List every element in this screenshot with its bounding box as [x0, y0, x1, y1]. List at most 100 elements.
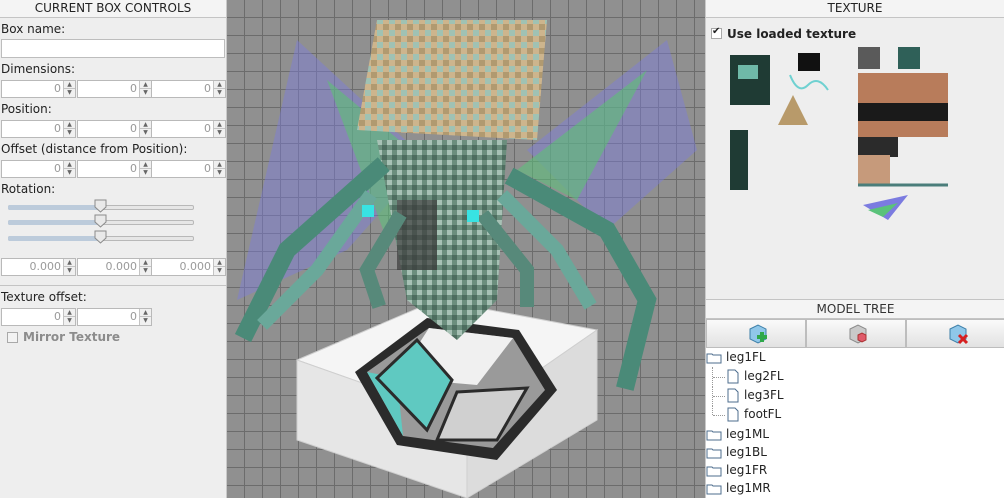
- offset-z-spinner[interactable]: 0 ▲ ▼: [151, 160, 226, 178]
- model-tree-title: MODEL TREE: [706, 299, 1004, 319]
- spin-up-arrow[interactable]: ▲: [140, 259, 151, 267]
- position-y-spinner[interactable]: 0 ▲ ▼: [77, 120, 152, 138]
- spinner-value: 0: [130, 122, 137, 135]
- delete-button[interactable]: [906, 319, 1004, 348]
- spinner-value: 0: [54, 82, 61, 95]
- texture-offset-x-spinner[interactable]: 0 ▲ ▼: [1, 308, 76, 326]
- spin-down-arrow[interactable]: ▼: [140, 129, 151, 137]
- spin-down-arrow[interactable]: ▼: [64, 89, 75, 97]
- tree-item-label: leg1FR: [726, 463, 768, 477]
- spinner-value: 0: [54, 310, 61, 323]
- slider-thumb[interactable]: [94, 199, 107, 213]
- folder-icon: [706, 466, 722, 477]
- tree-item-label: leg1FL: [726, 350, 766, 364]
- tree-item-folder[interactable]: leg1ML: [706, 426, 1004, 444]
- texture-preview[interactable]: [708, 45, 1004, 297]
- spin-down-arrow[interactable]: ▼: [140, 267, 151, 275]
- spin-up-arrow[interactable]: ▲: [64, 259, 75, 267]
- position-z-spinner[interactable]: 0 ▲ ▼: [151, 120, 226, 138]
- mirror-texture-label: Mirror Texture: [23, 330, 121, 344]
- section-divider: [0, 285, 227, 286]
- right-panel: TEXTURE Use loaded texture MODEL TREE: [705, 0, 1004, 498]
- dimension-x-spinner[interactable]: 0 ▲ ▼: [1, 80, 76, 98]
- spin-down-arrow[interactable]: ▼: [140, 317, 151, 325]
- box-name-input[interactable]: [1, 39, 225, 58]
- spin-up-arrow[interactable]: ▲: [64, 81, 75, 89]
- slider-thumb[interactable]: [94, 230, 107, 244]
- spin-down-arrow[interactable]: ▼: [64, 169, 75, 177]
- spin-down-arrow[interactable]: ▼: [214, 267, 225, 275]
- rotation-y-slider[interactable]: [8, 214, 194, 228]
- tree-item-folder[interactable]: leg1BL: [706, 444, 1004, 462]
- spinner-value: 0: [130, 82, 137, 95]
- spin-down-arrow[interactable]: ▼: [214, 89, 225, 97]
- offset-x-spinner[interactable]: 0 ▲ ▼: [1, 160, 76, 178]
- model-eye: [362, 205, 374, 217]
- offset-y-spinner[interactable]: 0 ▲ ▼: [77, 160, 152, 178]
- dimension-y-spinner[interactable]: 0 ▲ ▼: [77, 80, 152, 98]
- model-head: [357, 20, 547, 140]
- tree-item-file[interactable]: leg2FL: [706, 367, 1004, 387]
- spin-up-arrow[interactable]: ▲: [140, 121, 151, 129]
- spinner-value: 0.000: [105, 260, 138, 273]
- rotation-z-spinner[interactable]: 0.000 ▲ ▼: [151, 258, 226, 276]
- tree-line: [713, 396, 725, 397]
- spin-up-arrow[interactable]: ▲: [214, 259, 225, 267]
- spin-up-arrow[interactable]: ▲: [64, 161, 75, 169]
- dimensions-label: Dimensions:: [1, 62, 76, 76]
- tree-item-folder[interactable]: leg1MR: [706, 480, 1004, 498]
- tree-item-file[interactable]: footFL: [706, 405, 1004, 424]
- spinner-value: 0: [54, 122, 61, 135]
- spinner-value: 0.000: [179, 260, 212, 273]
- tree-item-folder[interactable]: leg1FL: [706, 349, 1004, 367]
- tree-item-folder[interactable]: leg1FR: [706, 462, 1004, 480]
- model-render: [227, 0, 705, 498]
- texture-offset-y-spinner[interactable]: 0 ▲ ▼: [77, 308, 152, 326]
- tree-line: [712, 405, 713, 415]
- tree-item-label: leg3FL: [744, 388, 784, 402]
- dimension-z-spinner[interactable]: 0 ▲ ▼: [151, 80, 226, 98]
- spinner-value: 0.000: [29, 260, 62, 273]
- slider-thumb[interactable]: [94, 214, 107, 228]
- texture-offset-label: Texture offset:: [1, 290, 87, 304]
- spinner-value: 0: [130, 310, 137, 323]
- rotation-y-spinner[interactable]: 0.000 ▲ ▼: [77, 258, 152, 276]
- model-tree: leg1FL leg2FL leg3FL footFL leg1ML leg1B…: [706, 348, 1004, 498]
- rotation-x-spinner[interactable]: 0.000 ▲ ▼: [1, 258, 76, 276]
- spin-down-arrow[interactable]: ▼: [64, 129, 75, 137]
- spinner-value: 0: [130, 162, 137, 175]
- spin-up-arrow[interactable]: ▲: [64, 121, 75, 129]
- spin-up-arrow[interactable]: ▲: [64, 309, 75, 317]
- spinner-value: 0: [204, 122, 211, 135]
- spin-up-arrow[interactable]: ▲: [214, 121, 225, 129]
- add-box-button[interactable]: [706, 319, 806, 348]
- spin-down-arrow[interactable]: ▼: [214, 169, 225, 177]
- mirror-texture-checkbox[interactable]: [7, 332, 18, 343]
- spin-up-arrow[interactable]: ▲: [214, 81, 225, 89]
- add-part-button[interactable]: [806, 319, 906, 348]
- tree-item-label: leg2FL: [744, 369, 784, 383]
- spin-down-arrow[interactable]: ▼: [214, 129, 225, 137]
- position-x-spinner[interactable]: 0 ▲ ▼: [1, 120, 76, 138]
- spin-down-arrow[interactable]: ▼: [140, 89, 151, 97]
- spin-up-arrow[interactable]: ▲: [214, 161, 225, 169]
- spin-up-arrow[interactable]: ▲: [140, 161, 151, 169]
- rotation-label: Rotation:: [1, 182, 56, 196]
- position-label: Position:: [1, 102, 52, 116]
- rotation-x-slider[interactable]: [8, 199, 194, 213]
- 3d-viewport[interactable]: [227, 0, 705, 498]
- tree-item-file[interactable]: leg3FL: [706, 386, 1004, 406]
- use-loaded-texture-label: Use loaded texture: [727, 27, 857, 41]
- panel-title: CURRENT BOX CONTROLS: [0, 0, 226, 18]
- spin-down-arrow[interactable]: ▼: [64, 317, 75, 325]
- use-loaded-texture-checkbox[interactable]: [711, 26, 722, 39]
- current-box-controls-panel: CURRENT BOX CONTROLS Box name: Dimension…: [0, 0, 227, 498]
- tree-item-label: footFL: [744, 407, 782, 421]
- file-icon: [727, 407, 739, 422]
- spin-down-arrow[interactable]: ▼: [64, 267, 75, 275]
- spin-down-arrow[interactable]: ▼: [140, 169, 151, 177]
- spin-up-arrow[interactable]: ▲: [140, 309, 151, 317]
- rotation-z-slider[interactable]: [8, 230, 194, 244]
- tree-item-label: leg1BL: [726, 445, 767, 459]
- spin-up-arrow[interactable]: ▲: [140, 81, 151, 89]
